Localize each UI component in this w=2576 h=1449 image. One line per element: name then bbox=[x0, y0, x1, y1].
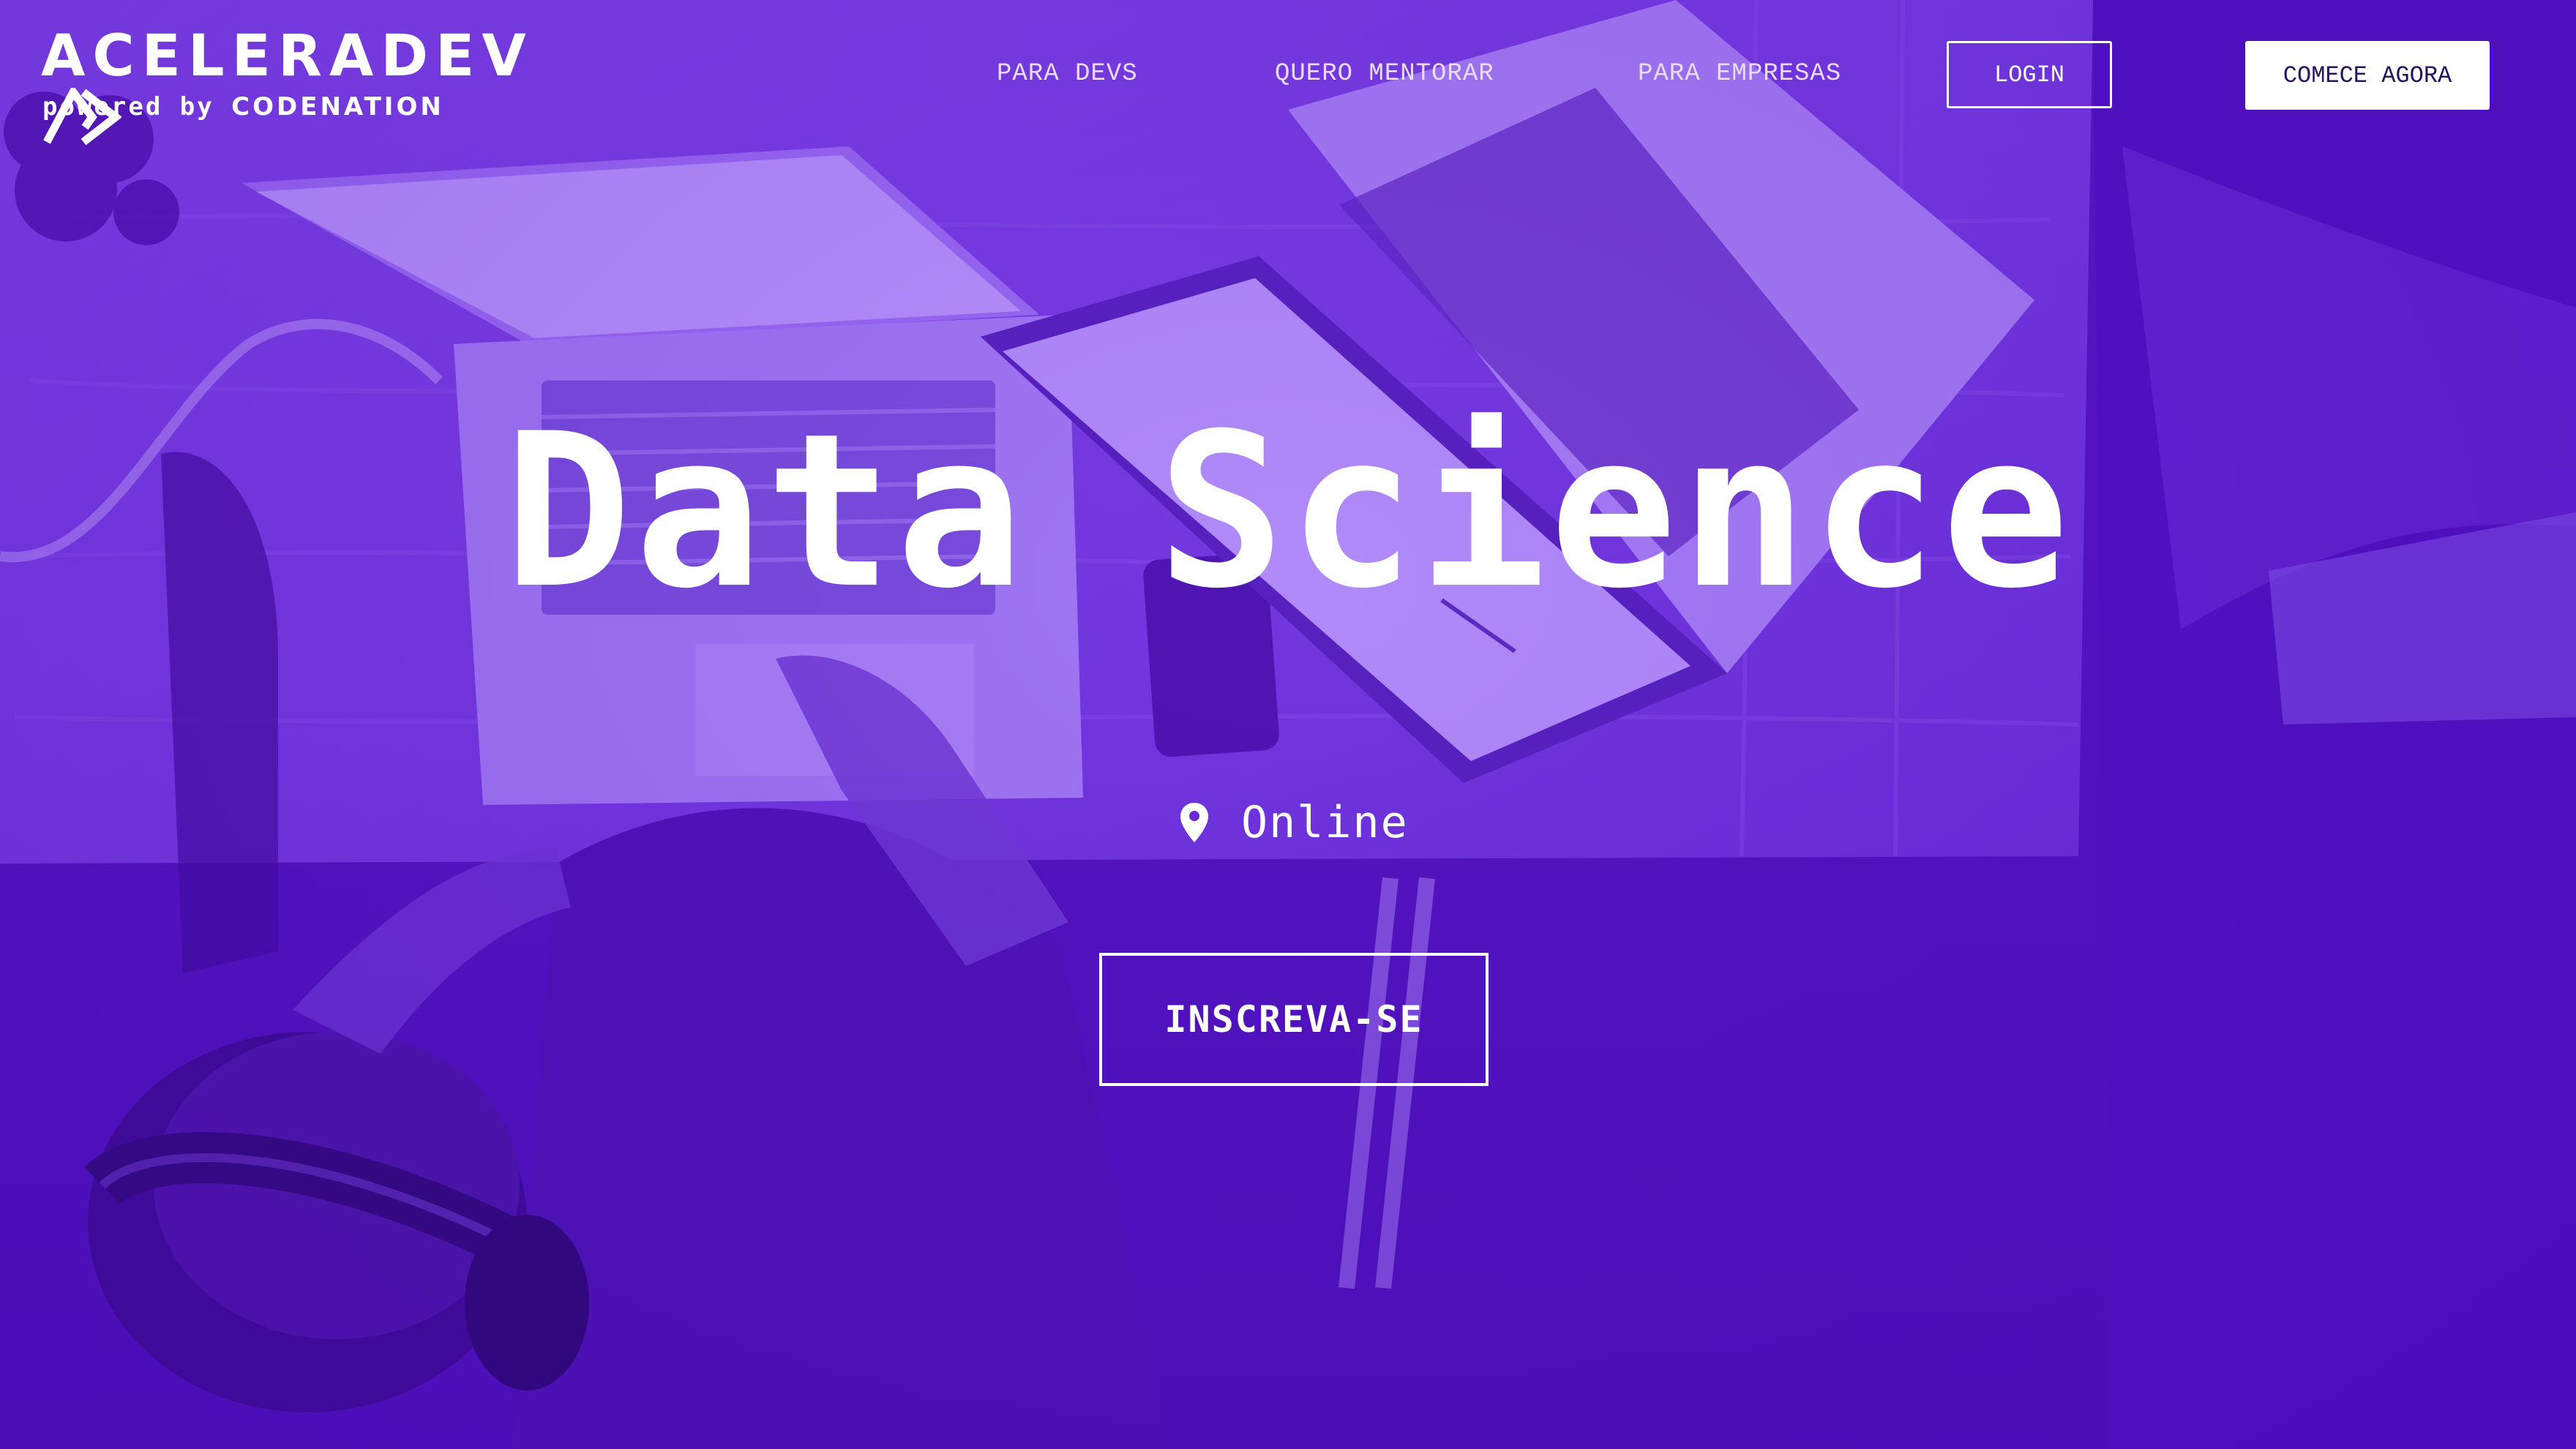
map-pin-icon bbox=[1180, 803, 1208, 842]
powered-by-text: powered by bbox=[42, 92, 232, 121]
color-overlay bbox=[0, 0, 2576, 1449]
inscreva-se-button[interactable]: INSCREVA-SE bbox=[1099, 953, 1489, 1086]
comece-agora-button[interactable]: COMECE AGORA bbox=[2245, 41, 2490, 110]
nav-para-devs[interactable]: PARA DEVS bbox=[997, 60, 1138, 88]
location-text: Online bbox=[1241, 797, 1409, 848]
logo-wordmark: ACELERADEV bbox=[41, 25, 597, 151]
location-info: Online bbox=[1178, 793, 1409, 852]
hero-title: Data Science bbox=[503, 389, 2073, 635]
nav-quero-mentorar[interactable]: QUERO MENTORAR bbox=[1275, 60, 1494, 88]
login-button[interactable]: LOGIN bbox=[1947, 41, 2112, 108]
logo-wordmark-text: ACELERADEV bbox=[41, 23, 533, 89]
codenation-brand: CODENATION bbox=[231, 92, 444, 121]
logo-powered-by: powered by CODENATION bbox=[42, 92, 444, 121]
aceleradev-logo[interactable]: ACELERADEV powered by CODENATION bbox=[41, 25, 597, 146]
landing-page: ACELERADEV powered by CODENATION PARA DE… bbox=[0, 0, 2576, 1449]
nav-para-empresas[interactable]: PARA EMPRESAS bbox=[1638, 60, 1841, 88]
